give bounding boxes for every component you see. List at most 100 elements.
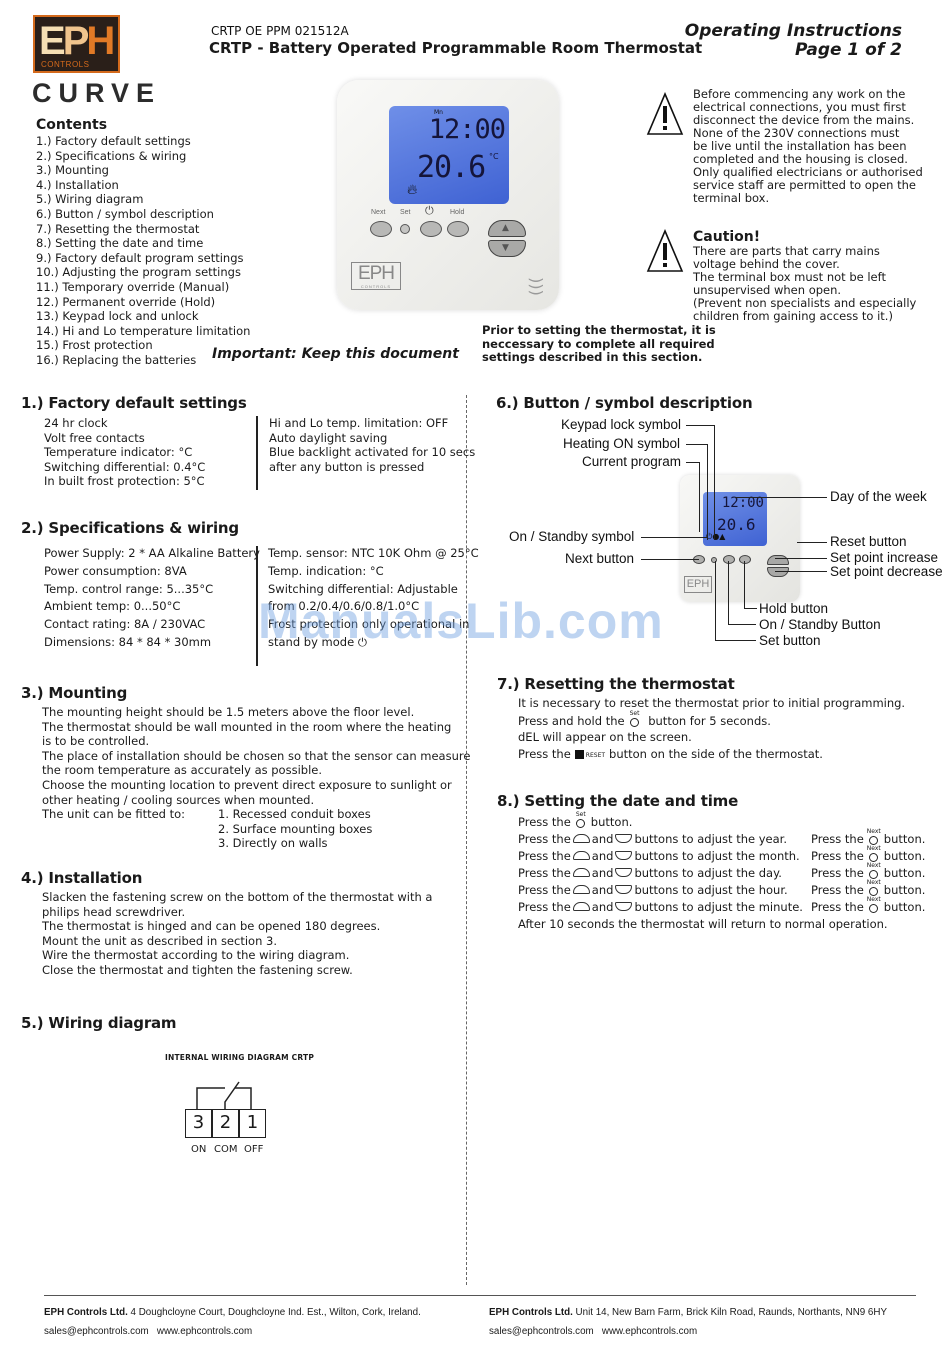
reset-button-icon <box>574 749 584 759</box>
contents-item[interactable]: 5.) Wiring diagram <box>36 192 250 207</box>
leader-line <box>714 425 715 540</box>
section-2-title: 2.) Specifications & wiring <box>21 519 239 537</box>
section-1-right: Hi and Lo temp. limitation: OFF Auto day… <box>269 416 476 474</box>
terminal-label-on: ON <box>191 1144 207 1155</box>
footer-uk: EPH Controls Ltd. Unit 14, New Barn Farm… <box>489 1307 887 1337</box>
watermark: ManualsLib.com <box>258 593 664 649</box>
set-label: Set <box>400 209 411 216</box>
section-8-title: 8.) Setting the date and time <box>497 792 739 810</box>
contents-item[interactable]: 10.) Adjusting the program settings <box>36 265 250 280</box>
section-6-title: 6.) Button / symbol description <box>496 394 753 412</box>
next-button-icon: Next <box>866 863 882 879</box>
caution-icon <box>646 229 684 272</box>
leader-line <box>797 542 827 543</box>
section-3-title: 3.) Mounting <box>21 684 128 702</box>
contents-list: 1.) Factory default settings 2.) Specifi… <box>36 134 250 368</box>
lcd-temperature: 20.6 <box>417 150 486 185</box>
set-button <box>400 224 410 234</box>
next-label: Next <box>371 209 386 216</box>
section-8-body: Press the Set button. <box>518 811 633 830</box>
hold-button <box>447 221 469 237</box>
leader-line <box>707 444 708 540</box>
footer-ireland: EPH Controls Ltd. 4 Doughcloyne Court, D… <box>44 1307 421 1337</box>
footer-email-link[interactable]: sales@ephcontrols.com <box>489 1326 594 1337</box>
document-code: CRTP OE PPM 021512A <box>211 24 349 38</box>
footer-web-link[interactable]: www.ephcontrols.com <box>157 1326 252 1337</box>
section-7-body: It is necessary to reset the thermostat … <box>518 696 906 761</box>
fitted-options: 1. Recessed conduit boxes 2. Surface mou… <box>218 807 373 851</box>
op-title: Operating Instructions <box>684 21 902 41</box>
set-button-icon: Set <box>573 812 589 828</box>
section-5-title: 5.) Wiring diagram <box>21 1014 177 1032</box>
leader-line <box>744 608 757 609</box>
flame-icon: 🔥︎ <box>407 182 418 198</box>
leader-line <box>775 558 827 559</box>
lcd-screen: Mn 12:00 20.6 °C 🔥︎ <box>389 106 509 204</box>
diagram-set-button <box>711 557 717 563</box>
caution-block: Caution! There are parts that carry main… <box>693 229 917 323</box>
main-warning-text: Before commencing any work on the electr… <box>693 87 923 205</box>
contents-item[interactable]: 1.) Factory default settings <box>36 134 250 149</box>
contents-item[interactable]: 2.) Specifications & wiring <box>36 149 250 164</box>
down-arrow-icon: ▼ <box>502 243 509 253</box>
contents-item[interactable]: 12.) Permanent override (Hold) <box>36 295 250 310</box>
contents-item[interactable]: 6.) Button / symbol description <box>36 207 250 222</box>
label-keypad-lock: Keypad lock symbol <box>561 417 682 432</box>
contents-item[interactable]: 11.) Temporary override (Manual) <box>36 280 250 295</box>
down-button-icon <box>615 834 633 843</box>
up-button-icon <box>572 902 590 911</box>
contents-item[interactable]: 7.) Resetting the thermostat <box>36 222 250 237</box>
column-divider <box>466 395 467 1285</box>
diagram-logo: EPH <box>684 576 712 593</box>
leader-line <box>641 559 699 560</box>
contents-item[interactable]: 14.) Hi and Lo temperature limitation <box>36 324 250 339</box>
wireless-waves-icon: ))) <box>526 277 546 296</box>
contents-heading: Contents <box>36 117 108 133</box>
up-button-icon <box>572 868 590 877</box>
next-button-icon: Next <box>866 897 882 913</box>
prior-setting-note: Prior to setting the thermostat, it is n… <box>482 323 716 364</box>
page-indicator: Page 1 of 2 <box>794 40 902 60</box>
next-button <box>370 221 392 237</box>
up-down-buttons: ▲ ▼ <box>488 220 526 258</box>
contents-item[interactable]: 8.) Setting the date and time <box>36 236 250 251</box>
logo-letters: EPH <box>39 19 115 63</box>
label-on-standby-button: On / Standby Button <box>759 617 881 632</box>
down-button-icon <box>615 902 633 911</box>
label-heating-on: Heating ON symbol <box>563 436 681 451</box>
next-button-icon: Next <box>866 880 882 896</box>
logo-subtitle: CONTROLS <box>41 60 90 69</box>
important-note: Important: Keep this document <box>212 346 459 362</box>
next-button-icon: Next <box>866 829 882 845</box>
label-hold-button: Hold button <box>759 601 829 616</box>
label-set-point-decrease: Set point decrease <box>830 564 943 579</box>
terminal-2: 2 <box>212 1109 239 1138</box>
contents-item[interactable]: 9.) Factory default program settings <box>36 251 250 266</box>
set-button-icon: Set <box>627 710 643 727</box>
contents-item[interactable]: 4.) Installation <box>36 178 250 193</box>
footer-web-link[interactable]: www.ephcontrols.com <box>602 1326 697 1337</box>
up-button: ▲ <box>488 220 526 237</box>
section-3-body: The mounting height should be 1.5 meters… <box>42 705 471 822</box>
diagram-thermostat-image: 12:00 20.6 ⏻●▲ EPH <box>680 475 800 602</box>
up-button-icon <box>572 885 590 894</box>
section-1-divider <box>256 416 258 490</box>
diagram-hold-button <box>739 555 751 564</box>
lcd-unit: °C <box>489 152 499 161</box>
diagram-lcd: 12:00 20.6 ⏻●▲ <box>703 492 767 546</box>
thermostat-product-image: Mn 12:00 20.6 °C 🔥︎ Next Set ⏻ Hold ▲ ▼ … <box>337 80 559 310</box>
contents-item[interactable]: 3.) Mounting <box>36 163 250 178</box>
footer-email-link[interactable]: sales@ephcontrols.com <box>44 1326 149 1337</box>
leader-line <box>735 497 827 498</box>
next-button-icon: Next <box>866 846 882 862</box>
leader-line <box>686 462 700 463</box>
up-button-icon <box>572 851 590 860</box>
contents-item[interactable]: 13.) Keypad lock and unlock <box>36 309 250 324</box>
leader-line <box>641 537 707 538</box>
thermostat-logo: EPH CONTROLS <box>351 262 401 290</box>
leader-line <box>715 561 716 641</box>
section-8-last: After 10 seconds the thermostat will ret… <box>518 917 888 931</box>
diagram-power-button <box>723 555 735 564</box>
down-button-icon <box>615 885 633 894</box>
hold-label: Hold <box>450 209 465 216</box>
